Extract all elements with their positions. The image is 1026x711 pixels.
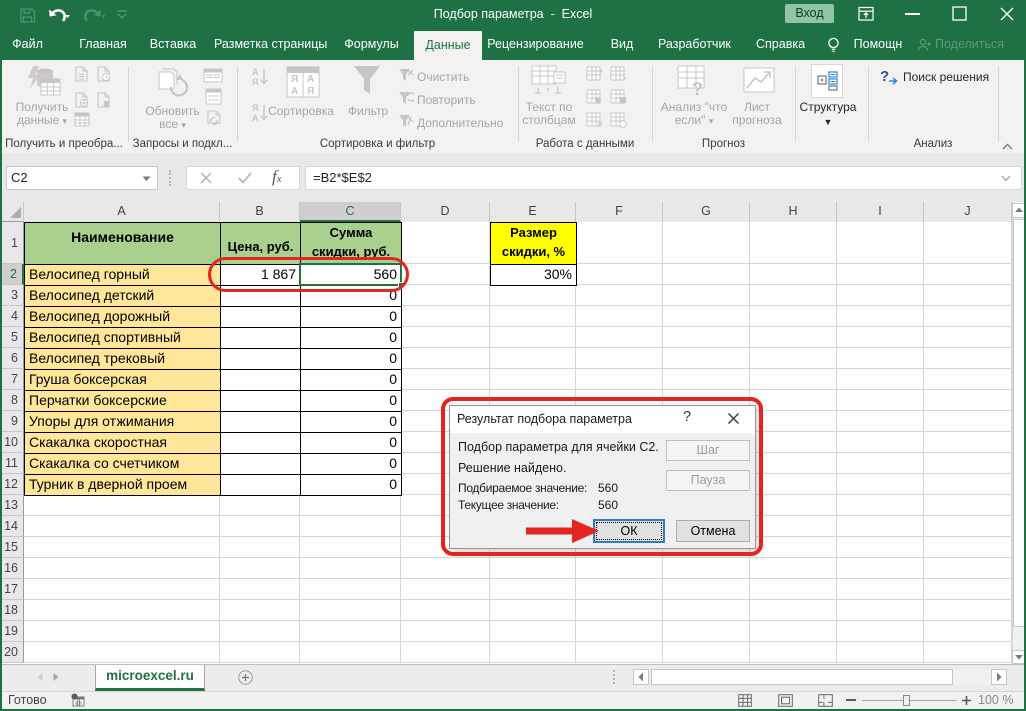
svg-text:Я: Я <box>252 77 258 87</box>
svg-text:А: А <box>291 86 298 97</box>
svg-text:А: А <box>307 74 314 85</box>
svg-text:А: А <box>252 113 259 123</box>
svg-text:А: А <box>252 67 259 77</box>
svg-text:Я: Я <box>291 74 298 85</box>
svg-text:?: ? <box>692 79 703 98</box>
svg-text:Я: Я <box>307 86 314 97</box>
svg-text:?: ? <box>880 68 889 85</box>
svg-text:Я: Я <box>252 103 258 113</box>
